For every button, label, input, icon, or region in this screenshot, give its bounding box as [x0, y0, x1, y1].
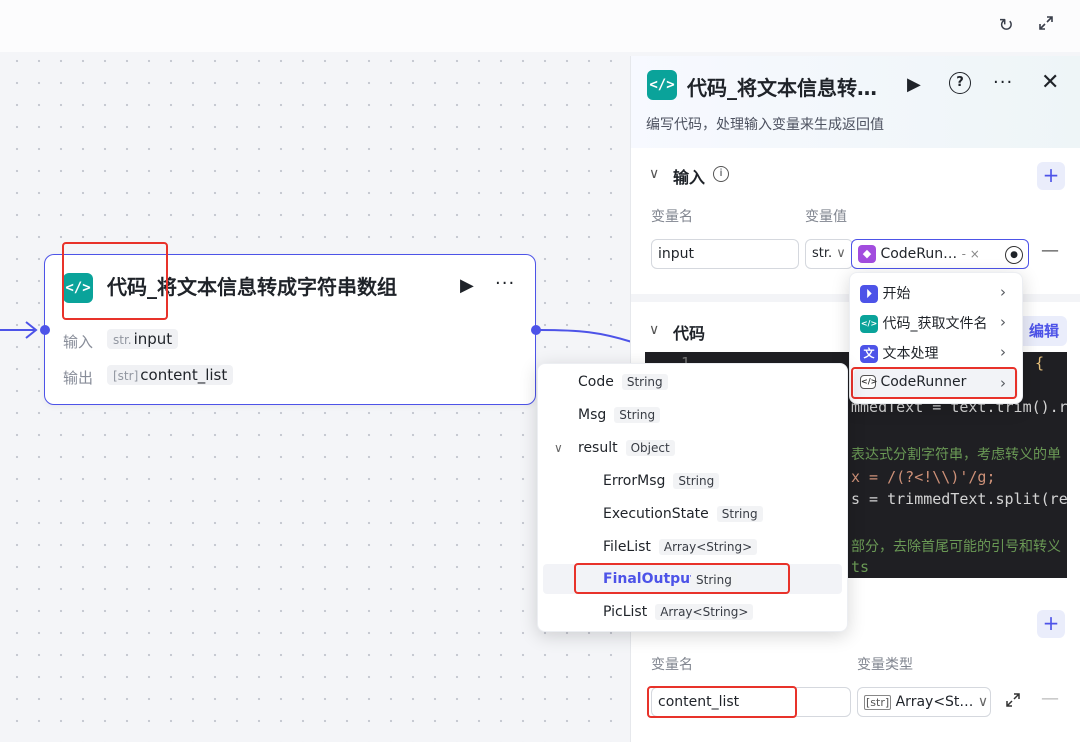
input-var-type-select[interactable]: str. ∨: [805, 239, 853, 269]
remove-output-icon[interactable]: —: [1041, 688, 1059, 709]
node-output-tag: [str] content_list: [107, 365, 234, 385]
highlight-output-name: [647, 686, 797, 718]
chevron-right-icon: ›: [1000, 313, 1006, 331]
output-col-name: 变量名: [651, 657, 693, 673]
expand-type-icon[interactable]: [1005, 692, 1021, 712]
code-line-6: s = trimmedText.split(re: [851, 490, 1067, 508]
input-var-type: str.: [812, 246, 833, 261]
output-item-label: ExecutionState: [603, 506, 709, 522]
highlight-node-icon: [62, 242, 168, 320]
output-col-type: 变量类型: [857, 657, 913, 673]
input-ref-field[interactable]: ◆ CodeRun… - ×: [851, 239, 1029, 269]
node-input-type: str.: [113, 333, 132, 347]
panel-run-icon[interactable]: ▶: [907, 74, 921, 95]
node-output-type: [str]: [113, 369, 139, 383]
code-icon: </>: [860, 315, 878, 333]
panel-code-icon: </>: [647, 70, 677, 100]
text-process-icon: 文: [860, 345, 878, 363]
input-var-name-field[interactable]: input: [651, 239, 799, 269]
output-item-type: String: [614, 407, 661, 423]
output-item-msg[interactable]: Msg String: [578, 407, 661, 423]
close-icon[interactable]: ✕: [1041, 70, 1059, 95]
output-item-errormsg[interactable]: ErrorMsg String: [603, 473, 720, 489]
highlight-coderunner: [851, 367, 1017, 399]
panel-title: 代码_将文本信息转…: [687, 76, 877, 100]
source-menu-item-text[interactable]: 文 文本处理: [860, 343, 938, 363]
code-line-8: 部分，去除首尾可能的引号和转义: [851, 539, 1061, 555]
output-item-type: Array<String>: [658, 539, 758, 555]
node-input-tag: str. input: [107, 329, 179, 349]
code-collapse-chevron-icon[interactable]: ∨: [649, 322, 659, 338]
panel-description: 编写代码，处理输入变量来生成返回值: [646, 117, 884, 133]
source-menu-item-code[interactable]: </> 代码_获取文件名: [860, 313, 987, 333]
panel-more-icon[interactable]: ···: [993, 72, 1013, 93]
output-item-type: String: [621, 374, 668, 390]
code-line-5: x = /(?<!\\)'/g;: [851, 468, 996, 486]
source-menu-label: 文本处理: [882, 346, 939, 362]
node-output-name: content_list: [140, 366, 228, 384]
node-output-port[interactable]: [531, 325, 541, 335]
output-item-label: PicList: [603, 604, 648, 620]
input-ref-suffix: - ×: [961, 247, 980, 261]
remove-input-icon[interactable]: —: [1041, 240, 1059, 261]
output-item-type: Array<String>: [655, 604, 754, 620]
more-icon[interactable]: ···: [495, 273, 515, 294]
output-type-tag: [str]: [864, 695, 892, 710]
run-icon[interactable]: ▶: [460, 275, 474, 296]
node-input-label: 输入: [63, 333, 94, 351]
output-item-label: ErrorMsg: [603, 473, 666, 489]
info-icon: i: [713, 166, 729, 182]
chevron-right-icon: ›: [1000, 283, 1006, 301]
add-input-button[interactable]: +: [1037, 162, 1065, 190]
output-item-result[interactable]: result Object: [578, 440, 675, 456]
output-item-type: Object: [625, 440, 675, 456]
code-section-title: 代码: [673, 324, 706, 343]
node-output-label: 输出: [63, 369, 94, 387]
help-icon[interactable]: ?: [949, 72, 971, 94]
input-col-name: 变量名: [651, 209, 693, 225]
output-var-type: Array<St…: [895, 694, 974, 710]
code-line-9: ts: [851, 558, 870, 576]
code-brace: {: [1035, 354, 1045, 372]
output-item-label: result: [578, 440, 618, 456]
output-item-type: String: [716, 506, 763, 522]
input-collapse-chevron-icon[interactable]: ∨: [649, 166, 659, 182]
output-item-filelist[interactable]: FileList Array<String>: [603, 539, 758, 555]
start-icon: ⏵: [860, 285, 878, 303]
input-section-title: 输入: [673, 168, 706, 187]
code-line-4: 表达式分割字符串，考虑转义的单: [851, 447, 1061, 463]
output-var-type-select[interactable]: [str] Array<St… ∨: [857, 687, 991, 717]
ref-picker-icon[interactable]: ●: [1005, 246, 1023, 264]
output-item-executionstate[interactable]: ExecutionState String: [603, 506, 763, 522]
add-output-button[interactable]: +: [1037, 610, 1065, 638]
output-item-label: FileList: [603, 539, 651, 555]
source-menu-item-start[interactable]: ⏵ 开始: [860, 283, 910, 303]
chevron-down-icon: ∨: [977, 694, 989, 710]
source-menu-label: 代码_获取文件名: [882, 316, 988, 332]
output-item-piclist[interactable]: PicList Array<String>: [603, 604, 754, 620]
plugin-icon: ◆: [858, 245, 876, 263]
output-item-label: Msg: [578, 407, 607, 423]
chevron-down-icon[interactable]: ∨: [554, 441, 563, 455]
input-col-value: 变量值: [805, 209, 847, 225]
node-input-port[interactable]: [40, 325, 50, 335]
source-menu-label: 开始: [882, 286, 911, 302]
panel-header: [631, 56, 1080, 148]
node-input-name: input: [133, 330, 173, 348]
output-item-label: Code: [578, 374, 614, 390]
output-item-code[interactable]: Code String: [578, 374, 668, 390]
chevron-down-icon: ∨: [836, 246, 846, 261]
chevron-right-icon: ›: [1000, 343, 1006, 361]
highlight-finaloutput: [574, 563, 790, 594]
output-item-type: String: [673, 473, 720, 489]
input-ref-value: CodeRun…: [880, 246, 958, 262]
